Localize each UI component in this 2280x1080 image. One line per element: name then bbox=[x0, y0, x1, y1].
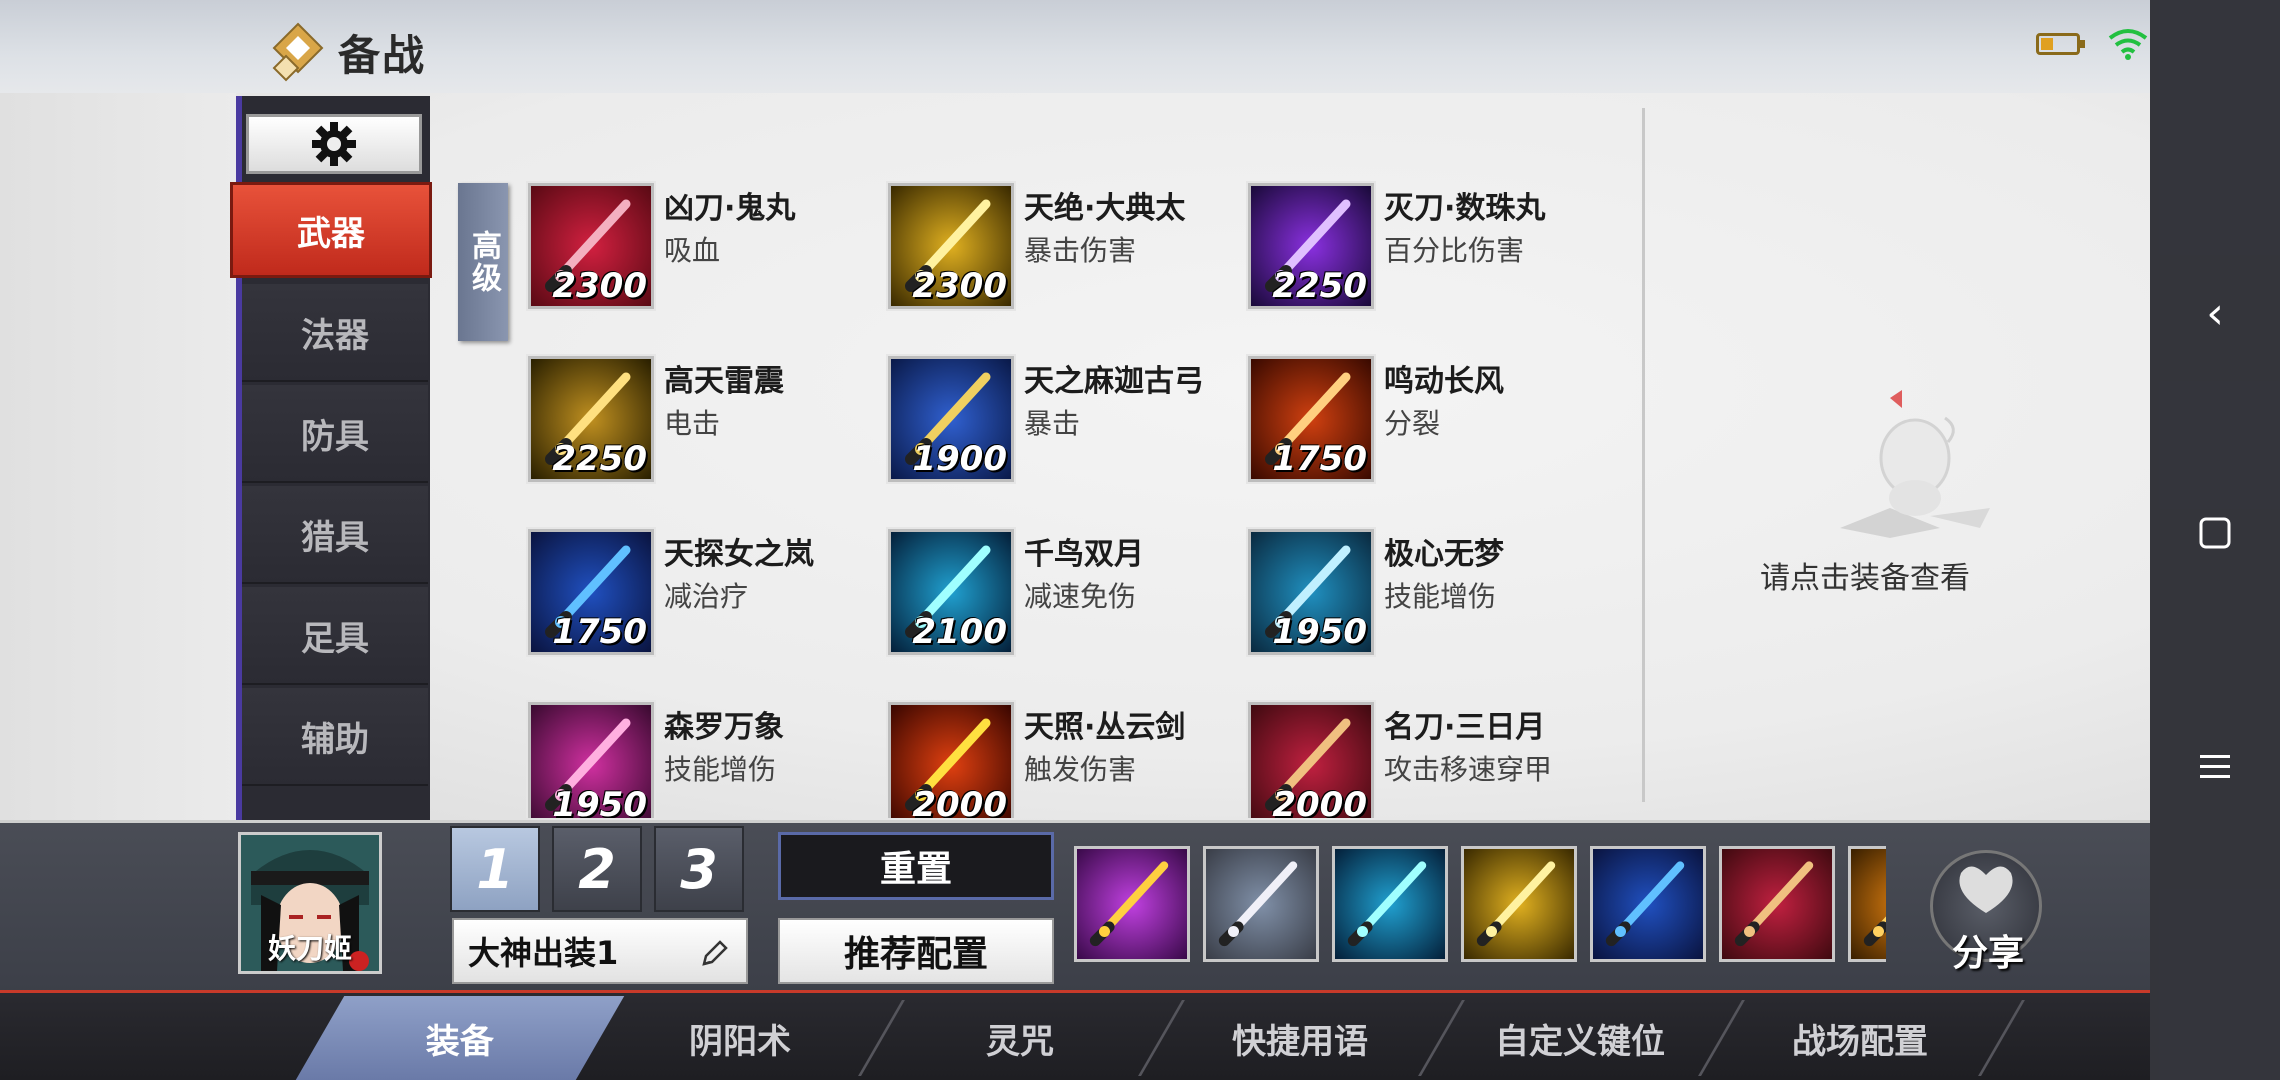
tab-equipment-label: 装备 bbox=[426, 1021, 494, 1062]
twin-blades-icon[interactable] bbox=[1332, 846, 1448, 962]
back-icon[interactable]: ‹ bbox=[2150, 288, 2280, 339]
equipped-items bbox=[0, 0, 1886, 1000]
tab-battle-config[interactable]: 战场配置 bbox=[1740, 996, 1980, 1080]
menu-icon[interactable] bbox=[2150, 742, 2280, 793]
share-label: 分享 bbox=[1951, 933, 2024, 974]
gold-item-icon[interactable] bbox=[1848, 846, 1886, 962]
battery-icon bbox=[2036, 33, 2085, 55]
tab-spell[interactable]: 灵咒 bbox=[900, 996, 1140, 1080]
golden-katana-icon[interactable] bbox=[1461, 846, 1577, 962]
home-icon[interactable] bbox=[2150, 510, 2280, 561]
tab-onmyodo[interactable]: 阴阳术 bbox=[620, 996, 860, 1080]
tab-custom-keys[interactable]: 自定义键位 bbox=[1460, 996, 1700, 1080]
white-boots-icon[interactable] bbox=[1203, 846, 1319, 962]
tab-equipment[interactable]: 装备 bbox=[295, 996, 625, 1080]
wifi-icon bbox=[2108, 28, 2148, 64]
heart-share-icon bbox=[1959, 866, 2013, 913]
crescent-katana-icon[interactable] bbox=[1719, 846, 1835, 962]
storm-bow-icon[interactable] bbox=[1590, 846, 1706, 962]
purple-eye-icon[interactable] bbox=[1074, 846, 1190, 962]
tab-quick-chat[interactable]: 快捷用语 bbox=[1180, 996, 1420, 1080]
system-nav-bar: ‹ bbox=[2150, 0, 2280, 1080]
